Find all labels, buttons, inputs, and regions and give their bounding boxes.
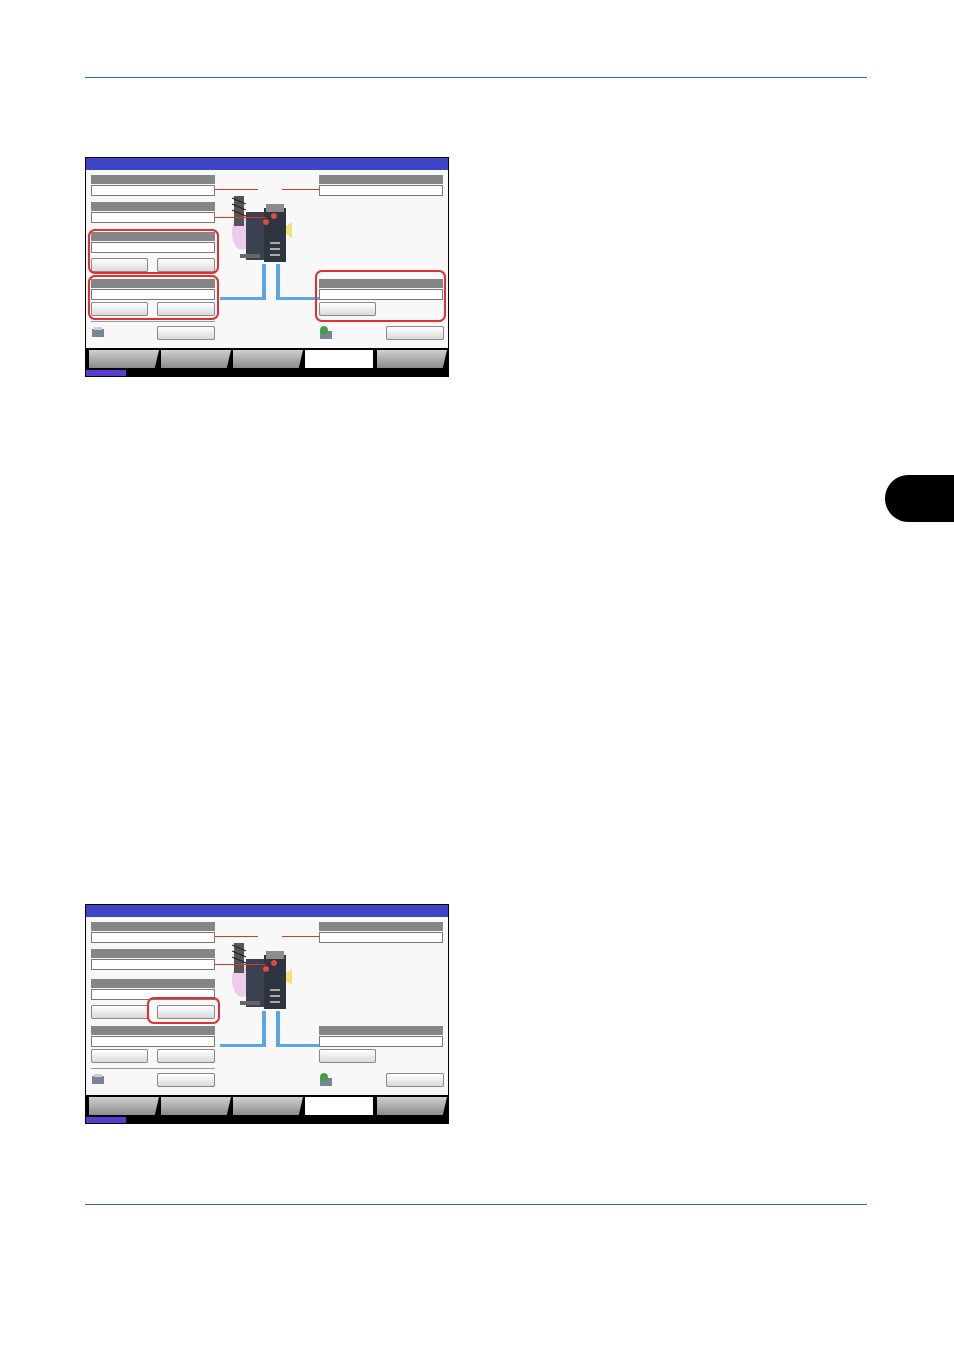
network-line [276, 264, 280, 300]
network-button[interactable] [386, 326, 444, 340]
screen-canvas [86, 917, 448, 1095]
panel-3-left-button[interactable] [91, 1005, 148, 1019]
tab-5[interactable] [377, 350, 447, 368]
panel-4-right-button[interactable] [157, 1049, 215, 1063]
connector-line [282, 189, 320, 190]
network-line [220, 1044, 266, 1047]
status-panel-1 [91, 922, 215, 946]
divider [91, 1068, 215, 1069]
tab-4-active[interactable] [305, 1097, 373, 1115]
tab-bar [86, 1095, 448, 1123]
tab-1[interactable] [89, 350, 159, 368]
connector-line [214, 217, 266, 218]
network-line [262, 1011, 266, 1047]
network-line [220, 297, 266, 300]
tab-1[interactable] [89, 1097, 159, 1115]
network-globe-icon [320, 326, 332, 339]
device-status-screenshot-1 [85, 157, 449, 377]
highlight-left-panel-3-right-button [147, 997, 220, 1024]
network-line [276, 1044, 319, 1047]
multifunction-printer-icon [231, 943, 292, 1009]
status-panel-2 [91, 202, 215, 226]
scanner-device-icon [92, 1074, 104, 1084]
panel-4-left-button[interactable] [91, 1049, 148, 1063]
tab-5[interactable] [377, 1097, 447, 1115]
tab-bar [86, 348, 448, 376]
network-button[interactable] [386, 1073, 444, 1087]
divider [91, 321, 215, 322]
connector-line [214, 936, 258, 937]
scanner-device-icon [92, 327, 104, 337]
network-line [276, 1011, 280, 1047]
multifunction-printer-icon [231, 196, 292, 262]
status-panel-4 [91, 1026, 215, 1050]
device-status-screenshot-2 [85, 904, 449, 1124]
highlight-right-panel-2-group [315, 270, 446, 322]
screen-title-bar [86, 905, 448, 917]
bottom-rule [85, 1204, 867, 1205]
highlight-left-panel-4-group [88, 275, 219, 320]
screen-title-bar [86, 158, 448, 170]
connector-line [214, 964, 266, 965]
chapter-tab [885, 475, 954, 522]
tab-3[interactable] [233, 350, 303, 368]
tab-3[interactable] [233, 1097, 303, 1115]
tab-2[interactable] [161, 350, 231, 368]
highlight-left-panel-3-group [88, 229, 219, 274]
device-button[interactable] [157, 326, 215, 340]
status-panel-right-2 [319, 1026, 443, 1050]
top-rule [85, 77, 867, 78]
status-panel-right-1 [319, 922, 443, 946]
status-panel-1 [91, 175, 215, 199]
connector-line [282, 936, 320, 937]
status-panel-2 [91, 949, 215, 973]
tab-4-active[interactable] [305, 350, 373, 368]
network-line [276, 297, 319, 300]
right-panel-2-button[interactable] [319, 1049, 376, 1063]
tab-2[interactable] [161, 1097, 231, 1115]
network-globe-icon [320, 1073, 332, 1086]
connector-line [214, 189, 258, 190]
status-panel-right-1 [319, 175, 443, 199]
status-indicator [86, 370, 126, 376]
device-button[interactable] [157, 1073, 215, 1087]
status-indicator [86, 1117, 126, 1123]
network-line [262, 264, 266, 300]
screen-canvas [86, 170, 448, 348]
